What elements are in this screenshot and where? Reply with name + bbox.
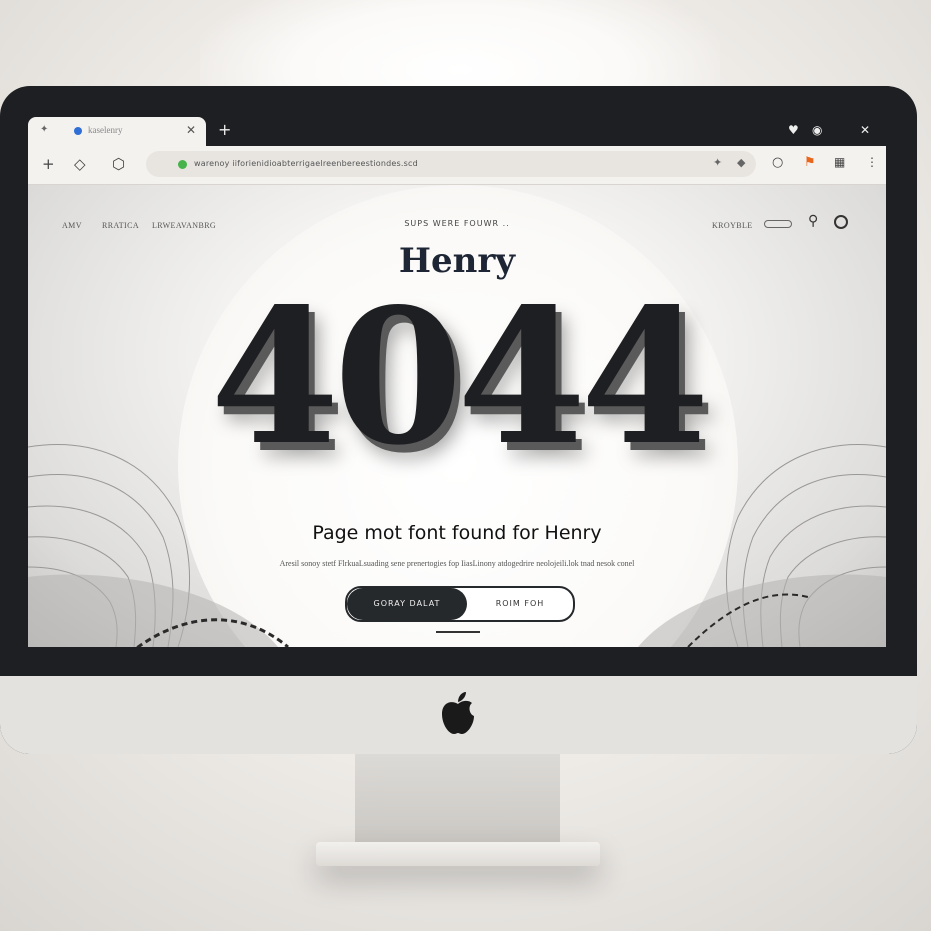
shield-icon[interactable]: ⬡ <box>112 155 125 173</box>
grid-icon[interactable]: ▦ <box>834 155 845 169</box>
heart-icon[interactable]: ♥ <box>788 123 799 137</box>
secondary-button[interactable]: ROIM FOH <box>467 588 573 620</box>
small-heading: SUPS WERE FOUWR .. <box>404 219 510 228</box>
tab-menu-icon[interactable]: ✦ <box>40 124 48 135</box>
primary-button[interactable]: GORAY DALAT <box>347 588 467 620</box>
address-bar[interactable]: warenoy iiforienidioabterrigaelreenberee… <box>146 151 756 177</box>
error-code: 4044 <box>210 267 710 486</box>
action-button-group: GORAY DALAT ROIM FOH <box>345 586 575 622</box>
scroll-indicator <box>436 631 480 633</box>
error-headline: Page mot font found for Henry <box>312 522 602 544</box>
window-close-icon[interactable]: ✕ <box>860 123 870 137</box>
secure-indicator-icon <box>178 160 187 169</box>
record-icon[interactable]: ◉ <box>812 123 822 137</box>
menu-icon[interactable]: ⋮ <box>866 155 878 169</box>
screen: ✦ kaselenry ✕ + ♥ ◉ ✕ + ◇ ⬡ warenoy iifo… <box>28 117 886 647</box>
apple-logo-icon <box>442 692 474 734</box>
tab-title: kaselenry <box>88 125 123 135</box>
address-text: warenoy iiforienidioabterrigaelreenberee… <box>194 159 418 168</box>
monitor-base <box>316 842 600 866</box>
extension-icon[interactable]: ◆ <box>737 156 745 169</box>
flag-icon[interactable]: ⚑ <box>804 155 816 170</box>
sparkle-icon[interactable]: ✦ <box>713 156 722 169</box>
diamond-icon[interactable]: ◇ <box>74 155 86 173</box>
browser-toolbar: + ◇ ⬡ warenoy iiforienidioabterrigaelree… <box>28 146 886 185</box>
circle-icon[interactable]: ○ <box>772 155 783 170</box>
browser-tab[interactable]: ✦ kaselenry ✕ <box>28 117 206 146</box>
tab-close-icon[interactable]: ✕ <box>186 123 196 137</box>
plus-icon[interactable]: + <box>42 155 55 173</box>
error-description: Aresil sonoy stetf FlrkuaLsuading sene p… <box>279 559 635 568</box>
browser-tab-bar: ✦ kaselenry ✕ + ♥ ◉ ✕ <box>28 117 886 146</box>
favicon-icon <box>74 127 82 135</box>
new-tab-icon[interactable]: + <box>218 120 231 139</box>
